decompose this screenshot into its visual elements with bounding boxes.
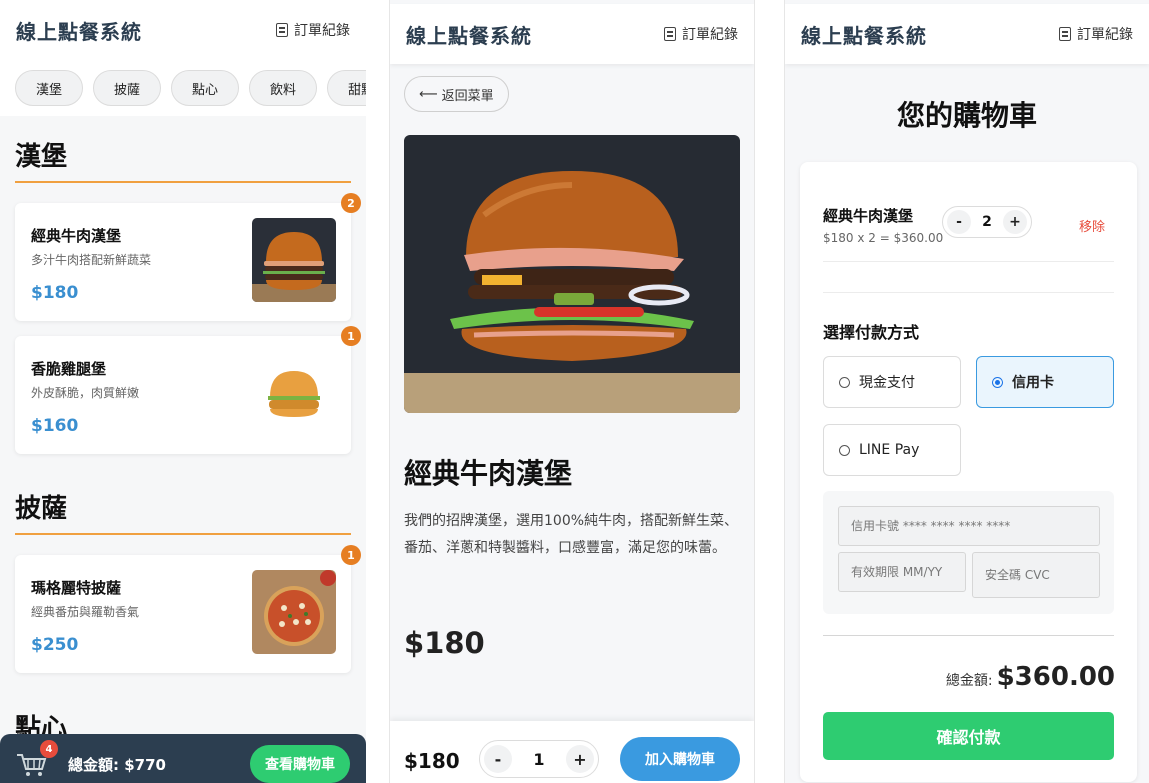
chicken-burger-image (252, 351, 336, 435)
menu-screen: 線上點餐系統 訂單紀錄 漢堡 披薩 點心 飲料 甜點 漢堡 經典牛肉漢堡 多汁牛… (0, 0, 366, 783)
quantity-stepper: - 1 + (479, 740, 599, 778)
increment-button[interactable]: + (565, 745, 594, 773)
item-desc: 經典番茄與羅勒香氣 (31, 605, 140, 619)
item-price: $250 (31, 635, 79, 655)
orders-link[interactable]: 訂單紀錄 (276, 20, 350, 40)
payment-option-label: 現金支付 (859, 375, 915, 391)
menu-item-card[interactable]: 經典牛肉漢堡 多汁牛肉搭配新鮮蔬菜 $180 2 (15, 193, 361, 321)
decrement-button[interactable]: - (484, 745, 512, 773)
orders-link[interactable]: 訂單紀錄 (1059, 24, 1133, 44)
app-title: 線上點餐系統 (406, 23, 532, 48)
divider (823, 635, 1114, 636)
category-pill-burger[interactable]: 漢堡 (15, 70, 84, 106)
cart-total-text: 總金額: $770 (68, 755, 166, 774)
app-title: 線上點餐系統 (801, 23, 927, 48)
confirm-payment-button[interactable]: 確認付款 (823, 712, 1114, 760)
orders-label: 訂單紀錄 (1077, 27, 1133, 43)
back-label: 返回菜單 (441, 88, 494, 104)
burger-image (252, 218, 336, 302)
total-value: $360.00 (996, 662, 1115, 692)
cart-item-name: 經典牛肉漢堡 (823, 207, 914, 225)
menu-item-card[interactable]: 香脆雞腿堡 外皮酥脆，肉質鮮嫩 $160 1 (15, 326, 361, 454)
item-qty-badge: 2 (341, 193, 361, 213)
item-price: $160 (31, 416, 79, 436)
quantity-value: 1 (533, 749, 545, 769)
item-desc: 外皮酥脆，肉質鮮嫩 (31, 386, 140, 400)
card-number-field[interactable] (838, 506, 1100, 546)
orders-label: 訂單紀錄 (682, 27, 738, 43)
app-header: 線上點餐系統 訂單紀錄 (785, 4, 1149, 64)
cart-total-row: 總金額: $360.00 (946, 662, 1115, 692)
document-icon (1059, 27, 1071, 41)
divider (823, 261, 1114, 262)
orders-label: 訂單紀錄 (294, 23, 350, 39)
category-pill-dessert[interactable]: 甜點 (327, 70, 366, 106)
payment-option-label: LINE Pay (859, 442, 920, 458)
category-pill-drink[interactable]: 飲料 (249, 70, 318, 106)
total-label: 總金額: (945, 673, 993, 689)
bar-price: $180 (404, 749, 460, 773)
cart-summary-bar: 4 總金額: $770 查看購物車 (0, 734, 366, 783)
credit-card-form (823, 491, 1114, 614)
increment-button[interactable]: + (1003, 210, 1027, 234)
payment-option-credit-card[interactable]: 信用卡 (976, 356, 1114, 408)
app-title: 線上點餐系統 (16, 19, 142, 44)
product-price: $180 (404, 626, 485, 660)
radio-button (839, 376, 850, 388)
section-title-pizza: 披薩 (15, 488, 351, 535)
payment-title: 選擇付款方式 (823, 323, 920, 342)
item-qty-badge: 1 (341, 545, 361, 565)
add-to-cart-button[interactable]: 加入購物車 (620, 737, 740, 781)
cart-card: 經典牛肉漢堡 $180 x 2 = $360.00 - 2 + 移除 選擇付款方… (800, 162, 1137, 782)
cart-title: 您的購物車 (896, 99, 1037, 132)
app-header: 線上點餐系統 訂單紀錄 (0, 0, 366, 60)
orders-link[interactable]: 訂單紀錄 (664, 24, 738, 44)
decrement-button[interactable]: - (947, 210, 971, 234)
cart-screen: 線上點餐系統 訂單紀錄 您的購物車 經典牛肉漢堡 $180 x 2 = $360… (784, 0, 1149, 783)
item-price: $180 (31, 283, 79, 303)
remove-item-link[interactable]: 移除 (1079, 216, 1105, 235)
cart-count-badge: 4 (40, 740, 58, 758)
back-arrow-icon: ⟵ (419, 86, 438, 102)
item-name: 經典牛肉漢堡 (31, 227, 122, 245)
document-icon (276, 23, 288, 37)
detail-screen: 線上點餐系統 訂單紀錄 ⟵ 返回菜單 經典牛肉漢堡 我們的招牌漢堡，選用100%… (389, 0, 755, 783)
cart-quantity-stepper: - 2 + (942, 206, 1032, 238)
cart-icon[interactable]: 4 (16, 740, 58, 780)
burger-hero-image (404, 135, 740, 413)
pizza-image (252, 570, 336, 654)
expiry-field[interactable] (838, 552, 966, 592)
item-qty-badge: 1 (341, 326, 361, 346)
radio-button (839, 444, 850, 456)
app-header: 線上點餐系統 訂單紀錄 (390, 4, 754, 64)
product-description: 我們的招牌漢堡，選用100%純牛肉，搭配新鮮生菜、番茄、洋蔥和特製醬料，口感豐富… (404, 513, 739, 556)
quantity-value: 2 (982, 214, 992, 230)
cvc-field[interactable] (972, 552, 1100, 598)
item-name: 香脆雞腿堡 (31, 360, 107, 378)
add-to-cart-bar: $180 - 1 + 加入購物車 (390, 721, 754, 783)
item-name: 瑪格麗特披薩 (31, 579, 122, 597)
payment-option-line-pay[interactable]: LINE Pay (823, 424, 961, 476)
section-title-burger: 漢堡 (15, 136, 351, 183)
divider (823, 292, 1114, 293)
category-pill-pizza[interactable]: 披薩 (93, 70, 162, 106)
payment-option-label: 信用卡 (1012, 375, 1054, 391)
category-pill-snack[interactable]: 點心 (171, 70, 240, 106)
back-to-menu-button[interactable]: ⟵ 返回菜單 (404, 76, 509, 112)
view-cart-button[interactable]: 查看購物車 (250, 745, 350, 783)
item-desc: 多汁牛肉搭配新鮮蔬菜 (31, 253, 152, 267)
document-icon (664, 27, 676, 41)
payment-option-cash[interactable]: 現金支付 (823, 356, 961, 408)
product-name: 經典牛肉漢堡 (404, 457, 573, 490)
category-bar: 漢堡 披薩 點心 飲料 甜點 (0, 60, 366, 116)
cart-item-subtotal: $180 x 2 = $360.00 (823, 231, 944, 245)
radio-button-selected (992, 376, 1003, 388)
menu-item-card[interactable]: 瑪格麗特披薩 經典番茄與羅勒香氣 $250 1 (15, 545, 361, 673)
